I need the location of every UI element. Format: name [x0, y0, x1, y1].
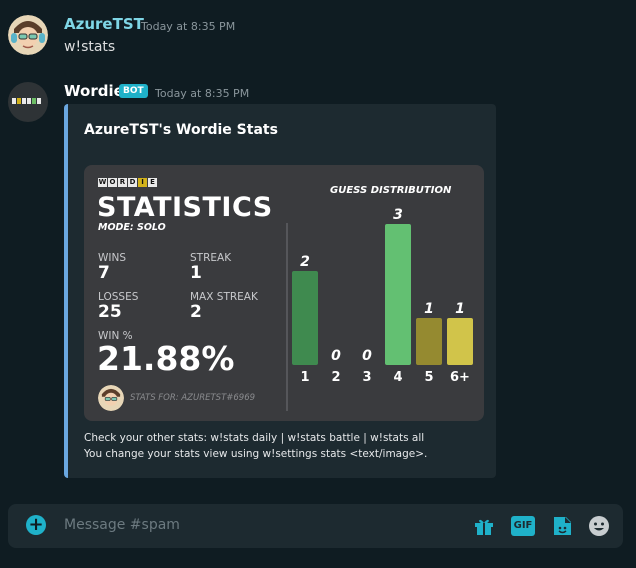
bot-badge: BOT [119, 84, 148, 98]
message-timestamp: Today at 8:35 PM [155, 87, 250, 100]
footer-line-1: Check your other stats: w!stats daily | … [84, 432, 425, 444]
gif-icon[interactable]: GIF [511, 516, 535, 536]
wordie-logo-icon [12, 98, 41, 104]
message-input[interactable]: Message #spam [64, 517, 180, 533]
category-label: 2 [331, 370, 340, 385]
avatar-wordie[interactable] [8, 82, 48, 122]
category-label: 4 [393, 370, 402, 385]
message-composer[interactable]: + Message #spam GIF [8, 504, 623, 548]
bar-6+ [447, 318, 473, 365]
footer-line-2: You change your stats view using w!setti… [84, 448, 428, 460]
message-timestamp: Today at 8:35 PM [141, 20, 236, 33]
username-azuretst[interactable]: AzureTST [64, 15, 144, 33]
add-circle-icon[interactable]: + [26, 515, 46, 535]
bar-value-label: 2 [300, 254, 310, 270]
guess-distribution-chart: 2 1 0 2 0 3 3 4 1 5 1 6+ [292, 207, 473, 385]
gif-label: GIF [513, 520, 533, 531]
avatar-azuretst[interactable] [8, 15, 48, 55]
emoji-icon[interactable] [587, 514, 611, 538]
message-text: w!stats [64, 39, 116, 55]
bar-4 [385, 224, 411, 365]
gift-icon[interactable] [472, 514, 496, 538]
username-wordie[interactable]: Wordie [64, 82, 124, 100]
bar-value-label: 1 [424, 301, 434, 317]
bar-value-label: 1 [455, 301, 465, 317]
category-label: 6+ [450, 370, 470, 385]
embed-title: AzureTST's Wordie Stats [84, 122, 278, 138]
category-label: 3 [362, 370, 371, 385]
stats-card-image[interactable]: W O R D I E STATISTICS MODE: SOLO WINS 7… [84, 165, 484, 421]
bar-value-label: 3 [393, 207, 403, 223]
category-label: 5 [424, 370, 433, 385]
avatar-azuretst-image [8, 15, 48, 55]
category-label: 1 [300, 370, 309, 385]
stats-embed: AzureTST's Wordie Stats W O R D I E STAT… [64, 104, 496, 478]
embed-footer: Check your other stats: w!stats daily | … [84, 430, 427, 462]
bar-value-label: 0 [331, 348, 341, 364]
bar-5 [416, 318, 442, 365]
bar-value-label: 0 [362, 348, 372, 364]
bar-1 [292, 271, 318, 365]
sticker-icon[interactable] [550, 514, 574, 538]
